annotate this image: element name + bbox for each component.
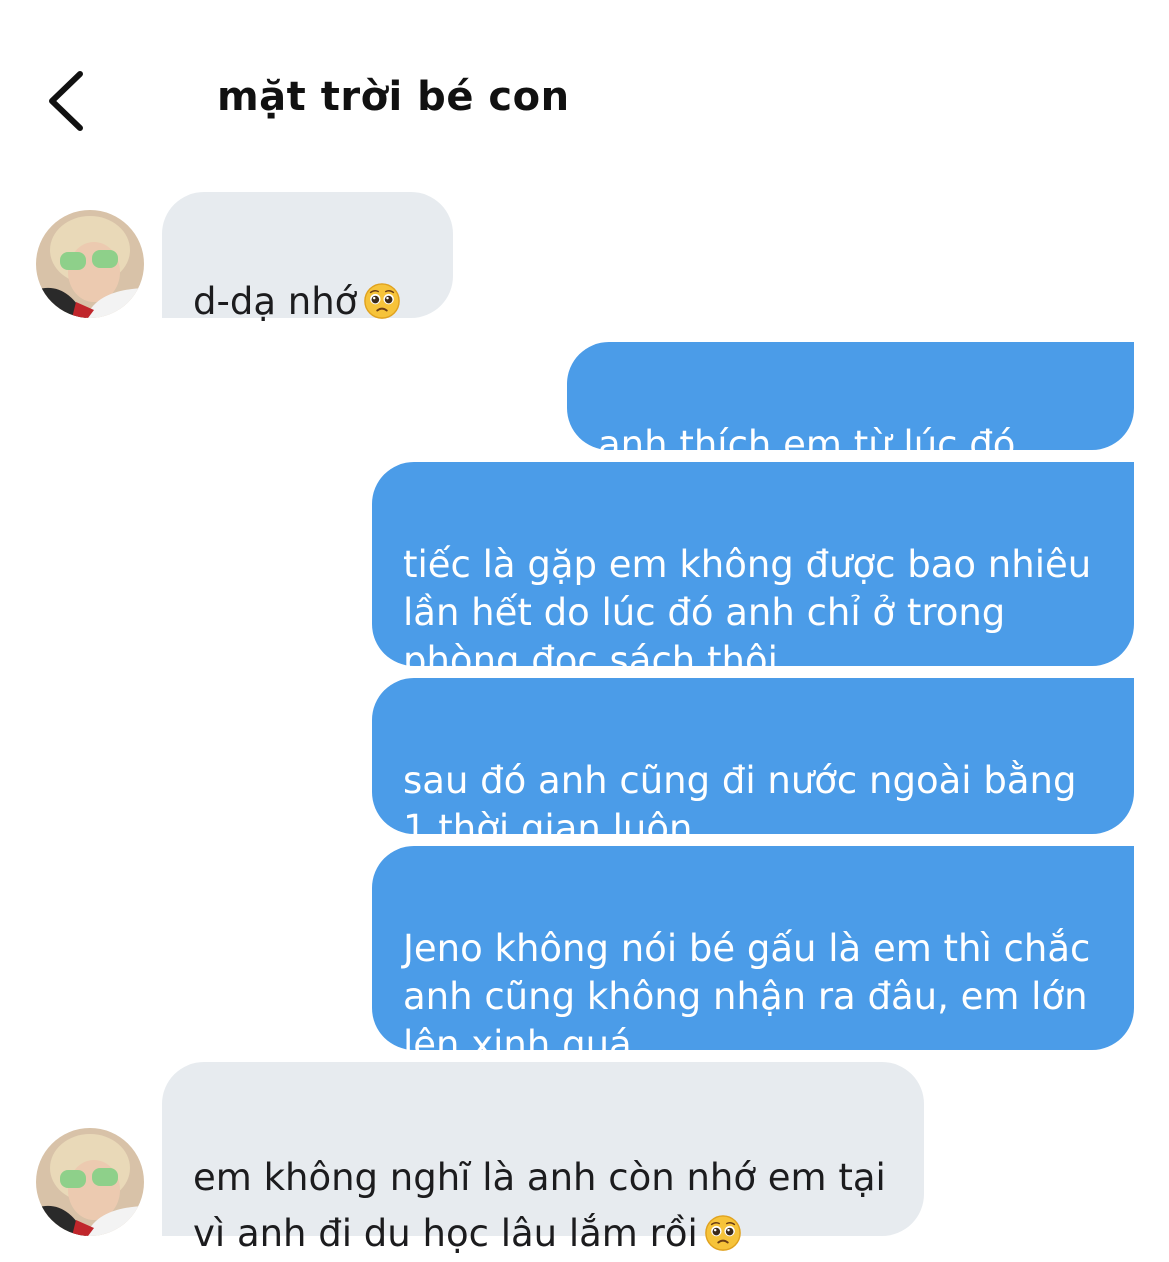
contact-avatar[interactable] xyxy=(36,210,144,318)
contact-avatar[interactable] xyxy=(36,1128,144,1236)
message-text: d-dạ nhớ xyxy=(193,280,358,323)
pleading-face-emoji-icon xyxy=(364,283,401,319)
message-bubble-outgoing[interactable]: Jeno không nói bé gấu là em thì chắc anh… xyxy=(372,846,1134,1066)
chat-header: mặt trời bé con xyxy=(0,0,1169,170)
message-text: tiếc là gặp em không được bao nhiêu lần … xyxy=(403,543,1092,682)
message-bubble-incoming[interactable]: d-dạ nhớ xyxy=(162,192,453,323)
message-bubble-outgoing[interactable]: sau đó anh cũng đi nước ngoài bằng 1 thờ… xyxy=(372,678,1134,850)
back-button[interactable] xyxy=(40,66,96,136)
chat-title: mặt trời bé con xyxy=(217,74,570,120)
pleading-face-emoji-icon xyxy=(704,1215,741,1251)
message-bubble-outgoing[interactable]: tiếc là gặp em không được bao nhiêu lần … xyxy=(372,462,1134,682)
message-text: Jeno không nói bé gấu là em thì chắc anh… xyxy=(403,927,1091,1066)
message-text: sau đó anh cũng đi nước ngoài bằng 1 thờ… xyxy=(403,759,1077,850)
message-text: em không nghĩ là anh còn nhớ em tại vì a… xyxy=(193,1156,886,1255)
chevron-left-icon xyxy=(49,71,83,131)
message-bubble-outgoing[interactable]: anh thích em từ lúc đó luôn xyxy=(567,342,1134,514)
message-bubble-incoming[interactable]: em không nghĩ là anh còn nhớ em tại vì a… xyxy=(162,1062,924,1255)
